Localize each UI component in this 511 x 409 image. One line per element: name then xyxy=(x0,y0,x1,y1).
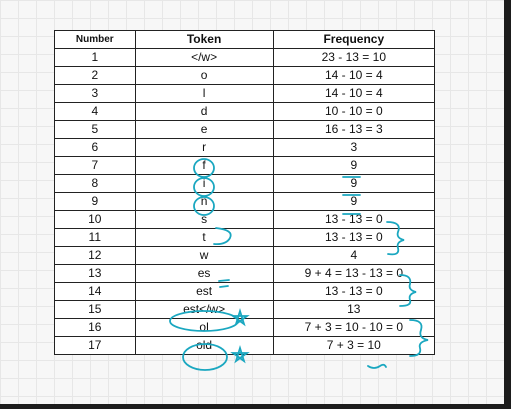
frequency-table: Number Token Frequency 1 </w> 23 - 13 = 10… xyxy=(54,30,436,355)
table-row: 5 e 16 - 13 = 3 xyxy=(54,120,436,139)
number-cell: 5 xyxy=(54,120,136,139)
number-cell: 14 xyxy=(54,282,136,301)
token-cell: ol xyxy=(134,318,274,337)
frequency-cell: 13 - 13 = 0 xyxy=(272,282,436,301)
frequency-cell: 14 - 10 = 4 xyxy=(272,66,436,85)
number-cell: 15 xyxy=(54,300,136,319)
table-row: 2 o 14 - 10 = 4 xyxy=(54,66,436,85)
header-frequency: Frequency xyxy=(272,30,436,49)
number-cell: 2 xyxy=(54,66,136,85)
table-row: 16 ol 7 + 3 = 10 - 10 = 0 xyxy=(54,318,436,337)
frequency-cell: 9 xyxy=(272,174,436,193)
table-row: 4 d 10 - 10 = 0 xyxy=(54,102,436,121)
frequency-cell: 4 xyxy=(272,246,436,265)
frequency-cell: 23 - 13 = 10 xyxy=(272,48,436,67)
header-token: Token xyxy=(134,30,274,49)
frequency-cell: 3 xyxy=(272,138,436,157)
table-row: 14 est 13 - 13 = 0 xyxy=(54,282,436,301)
table-row: 7f9 xyxy=(54,156,436,175)
frequency-cell: 7 + 3 = 10 - 10 = 0 xyxy=(272,318,436,337)
table-row: 1 </w> 23 - 13 = 10 xyxy=(54,48,436,67)
token-cell: i xyxy=(134,174,274,193)
token-cell: old xyxy=(134,336,274,355)
token-cell: l xyxy=(134,84,274,103)
frequency-cell: 13 xyxy=(272,300,436,319)
header-number: Number xyxy=(54,30,136,49)
table-row: 3 l 14 - 10 = 4 xyxy=(54,84,436,103)
frequency-cell: 14 - 10 = 4 xyxy=(272,84,436,103)
number-cell: 12 xyxy=(54,246,136,265)
window-edge-bottom xyxy=(0,404,511,409)
window-edge xyxy=(504,0,511,409)
frequency-cell: 7 + 3 = 10 xyxy=(272,336,436,355)
number-cell: 6 xyxy=(54,138,136,157)
number-cell: 16 xyxy=(54,318,136,337)
frequency-cell: 9 + 4 = 13 - 13 = 0 xyxy=(272,264,436,283)
table-row: 15 est</w> 13 xyxy=(54,300,436,319)
token-cell: n xyxy=(134,192,274,211)
table-row: 12 w 4 xyxy=(54,246,436,265)
token-cell: </w> xyxy=(134,48,274,67)
frequency-cell: 9 xyxy=(272,156,436,175)
number-cell: 10 xyxy=(54,210,136,229)
frequency-cell: 16 - 13 = 3 xyxy=(272,120,436,139)
table-row: 11 t 13 - 13 = 0 xyxy=(54,228,436,247)
number-cell: 7 xyxy=(54,156,136,175)
table-body: 1 </w> 23 - 13 = 10 2 o 14 - 10 = 4 3 l 14 - 10 … xyxy=(54,48,436,355)
table-row: 8i9 xyxy=(54,174,436,193)
token-cell: f xyxy=(134,156,274,175)
number-cell: 13 xyxy=(54,264,136,283)
table-row: 10 s 13 - 13 = 0 xyxy=(54,210,436,229)
token-cell: est xyxy=(134,282,274,301)
token-cell: o xyxy=(134,66,274,85)
token-cell: r xyxy=(134,138,274,157)
number-cell: 9 xyxy=(54,192,136,211)
number-cell: 8 xyxy=(54,174,136,193)
token-cell: d xyxy=(134,102,274,121)
token-cell: es xyxy=(134,264,274,283)
frequency-cell: 10 - 10 = 0 xyxy=(272,102,436,121)
token-cell: w xyxy=(134,246,274,265)
table-row: 13 es 9 + 4 = 13 - 13 = 0 xyxy=(54,264,436,283)
frequency-cell: 13 - 13 = 0 xyxy=(272,228,436,247)
number-cell: 1 xyxy=(54,48,136,67)
frequency-cell: 13 - 13 = 0 xyxy=(272,210,436,229)
frequency-cell: 9 xyxy=(272,192,436,211)
table-row: 9n9 xyxy=(54,192,436,211)
table-header-row: Number Token Frequency xyxy=(54,30,436,49)
number-cell: 17 xyxy=(54,336,136,355)
number-cell: 3 xyxy=(54,84,136,103)
number-cell: 4 xyxy=(54,102,136,121)
token-cell: s xyxy=(134,210,274,229)
token-cell: t xyxy=(134,228,274,247)
token-cell: e xyxy=(134,120,274,139)
table-row: 6r3 xyxy=(54,138,436,157)
table-row: 17 old 7 + 3 = 10 xyxy=(54,336,436,355)
number-cell: 11 xyxy=(54,228,136,247)
token-cell: est</w> xyxy=(134,300,274,319)
